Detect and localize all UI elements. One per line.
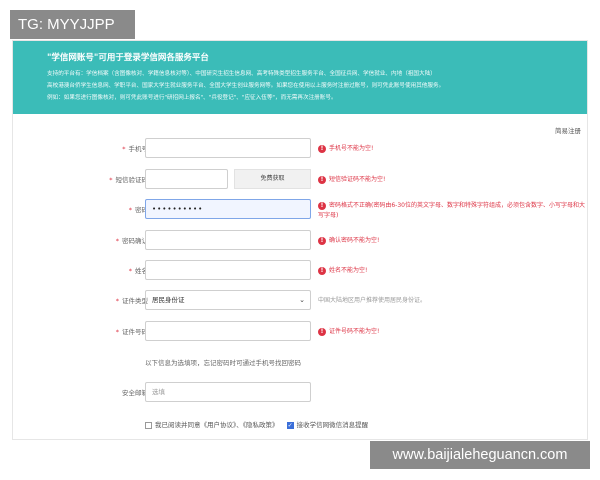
banner-title: "学信网账号"可用于登录学信网各服务平台	[47, 53, 209, 63]
id-number-label: * 证件号码	[115, 328, 148, 336]
id-type-select[interactable]: 居民身份证 ⌄	[145, 290, 311, 310]
id-number-error: ! 证件号码不能为空!	[318, 321, 587, 343]
id-number-input[interactable]	[145, 321, 311, 341]
name-label: * 姓名	[128, 267, 148, 275]
row-phone: * 手机号 ! 手机号不能为空!	[13, 138, 587, 160]
banner-line-1: 支持的平台有：学信档案（含图像核对、学籍信息核对等）、中国研究生招生信息网、高考…	[47, 71, 436, 77]
row-name: * 姓名 ! 姓名不能为空!	[13, 260, 587, 282]
error-icon: !	[318, 236, 326, 245]
info-banner: "学信网账号"可用于登录学信网各服务平台 支持的平台有：学信档案（含图像核对、学…	[13, 41, 587, 114]
password-confirm-error: ! 确认密码不能为空!	[318, 230, 587, 252]
email-label: 安全邮箱	[122, 389, 148, 397]
id-type-label: * 证件类型	[115, 297, 148, 305]
email-input[interactable]: 选填	[145, 382, 311, 402]
simple-register-link[interactable]: 简易注册	[555, 125, 581, 135]
error-icon: !	[318, 266, 326, 275]
agree-text: 我已阅读并同意《用户协议》、《隐私政策》	[155, 421, 279, 429]
watermark-bottom-right: www.baijialeheguancn.com	[370, 441, 590, 469]
error-icon: !	[318, 144, 326, 153]
phone-label: * 手机号	[122, 145, 148, 153]
error-icon: !	[318, 327, 326, 336]
name-error: ! 姓名不能为空!	[318, 260, 587, 282]
phone-input[interactable]	[145, 138, 311, 158]
row-email: 安全邮箱 选填	[13, 382, 587, 404]
row-password: * 密码 •••••••••• ! 密码格式不正确(密码由6-30位的英文字母、数字…	[13, 199, 587, 221]
sms-input[interactable]	[145, 169, 228, 189]
optional-note: 以下信息为选填项，忘记密码时可通过手机号找回密码	[145, 359, 301, 367]
agree-checkbox[interactable]	[145, 421, 152, 429]
sms-label: * 短信验证码	[109, 176, 148, 184]
error-icon: !	[318, 175, 326, 184]
password-confirm-input[interactable]	[145, 230, 311, 250]
password-confirm-label: * 密码确认	[115, 237, 148, 245]
password-input[interactable]: ••••••••••	[145, 199, 311, 219]
row-id-number: * 证件号码 ! 证件号码不能为空!	[13, 321, 587, 343]
banner-line-2: 高校港澳台侨学生信息网、学职平台、国家大学生就业服务平台、全国大学生创业服务网等…	[47, 83, 445, 89]
wechat-text: 接收学信网微信消息提醒	[296, 421, 369, 429]
password-error: ! 密码格式不正确(密码由6-30位的英文字母、数字和特殊字符组成，必须包含数字、…	[318, 201, 585, 219]
password-label: * 密码	[128, 206, 148, 214]
banner-body: 支持的平台有：学信档案（含图像核对、学籍信息核对等）、中国研究生招生信息网、高考…	[47, 68, 573, 104]
name-input[interactable]	[145, 260, 311, 280]
row-password-confirm: * 密码确认 ! 确认密码不能为空!	[13, 230, 587, 252]
watermark-top-left: TG: MYYJJPP	[10, 10, 135, 39]
wechat-checkbox[interactable]: ✓	[286, 421, 294, 429]
sms-error: ! 短信验证码不能为空!	[318, 169, 587, 191]
registration-card: "学信网账号"可用于登录学信网各服务平台 支持的平台有：学信档案（含图像核对、学…	[12, 40, 588, 440]
chevron-down-icon: ⌄	[299, 296, 305, 304]
banner-line-3: 例如：如果您进行图像核对，则可凭此账号进行"研招网上报名"、"兵役登记"、"应征…	[47, 95, 337, 101]
agreement-row: 我已阅读并同意《用户协议》、《隐私政策》 ✓ 接收学信网微信消息提醒	[145, 419, 368, 431]
get-code-button[interactable]: 免费获取	[234, 169, 311, 189]
id-type-hint: 中国大陆地区用户推荐使用居民身份证。	[318, 297, 427, 304]
row-sms: * 短信验证码 免费获取 ! 短信验证码不能为空!	[13, 169, 587, 191]
phone-error: ! 手机号不能为空!	[318, 138, 587, 160]
error-icon: !	[318, 201, 326, 210]
row-id-type: * 证件类型 居民身份证 ⌄ 中国大陆地区用户推荐使用居民身份证。	[13, 290, 587, 312]
